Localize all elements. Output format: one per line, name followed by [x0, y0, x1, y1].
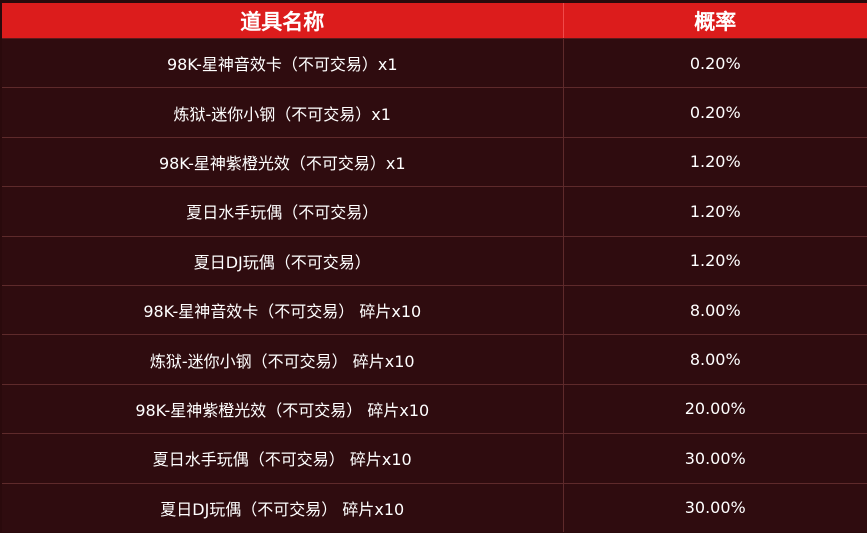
probability-cell: 1.20%	[563, 186, 867, 237]
item-name-cell: 夏日DJ玩偶（不可交易）	[2, 236, 564, 286]
item-name-cell: 98K-星神紫橙光效（不可交易） 碎片x10	[2, 384, 564, 435]
probability-table-container: 道具名称 概率 98K-星神音效卡（不可交易）x1 0.20% 炼狱-迷你小钢（…	[2, 3, 867, 533]
item-name-cell: 夏日水手玩偶（不可交易）	[2, 186, 564, 237]
table-row: 炼狱-迷你小钢（不可交易） 碎片x10 8.00%	[2, 334, 867, 385]
table-header: 道具名称 概率	[2, 3, 867, 39]
probability-cell: 1.20%	[563, 236, 867, 286]
probability-cell: 0.20%	[563, 38, 867, 89]
probability-table: 道具名称 概率 98K-星神音效卡（不可交易）x1 0.20% 炼狱-迷你小钢（…	[2, 3, 867, 532]
table-row: 98K-星神音效卡（不可交易） 碎片x10 8.00%	[2, 285, 867, 336]
table-row: 炼狱-迷你小钢（不可交易）x1 0.20%	[2, 87, 867, 138]
probability-cell: 8.00%	[563, 334, 867, 385]
item-name-cell: 炼狱-迷你小钢（不可交易）x1	[2, 87, 564, 138]
table-row: 98K-星神音效卡（不可交易）x1 0.20%	[2, 38, 867, 89]
table-row: 夏日DJ玩偶（不可交易） 1.20%	[2, 236, 867, 286]
table-row: 夏日DJ玩偶（不可交易） 碎片x10 30.00%	[2, 483, 867, 532]
probability-cell: 30.00%	[563, 433, 867, 484]
item-name-cell: 98K-星神紫橙光效（不可交易）x1	[2, 137, 564, 188]
probability-cell: 20.00%	[563, 384, 867, 435]
item-name-cell: 夏日DJ玩偶（不可交易） 碎片x10	[2, 483, 564, 532]
item-name-cell: 夏日水手玩偶（不可交易） 碎片x10	[2, 433, 564, 484]
header-probability: 概率	[563, 3, 867, 39]
header-item-name: 道具名称	[2, 3, 564, 39]
table-row: 夏日水手玩偶（不可交易） 碎片x10 30.00%	[2, 433, 867, 484]
header-row: 道具名称 概率	[2, 3, 867, 39]
probability-cell: 8.00%	[563, 285, 867, 336]
table-body: 98K-星神音效卡（不可交易）x1 0.20% 炼狱-迷你小钢（不可交易）x1 …	[2, 38, 867, 532]
table-row: 98K-星神紫橙光效（不可交易）x1 1.20%	[2, 137, 867, 188]
probability-cell: 30.00%	[563, 483, 867, 532]
item-name-cell: 98K-星神音效卡（不可交易） 碎片x10	[2, 285, 564, 336]
table-row: 夏日水手玩偶（不可交易） 1.20%	[2, 186, 867, 237]
probability-cell: 1.20%	[563, 137, 867, 188]
table-row: 98K-星神紫橙光效（不可交易） 碎片x10 20.00%	[2, 384, 867, 435]
item-name-cell: 炼狱-迷你小钢（不可交易） 碎片x10	[2, 334, 564, 385]
probability-cell: 0.20%	[563, 87, 867, 138]
item-name-cell: 98K-星神音效卡（不可交易）x1	[2, 38, 564, 89]
